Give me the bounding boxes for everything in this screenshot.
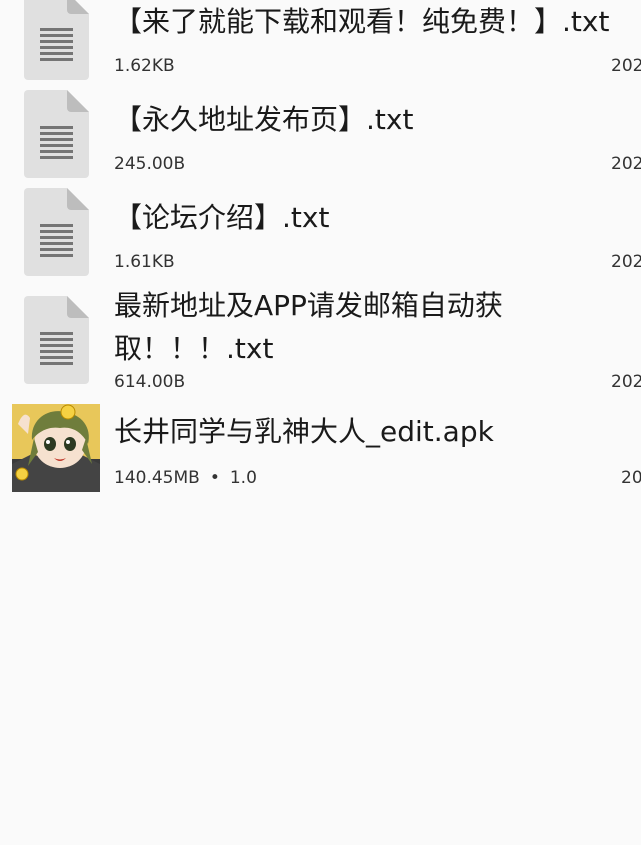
text-file-icon xyxy=(24,0,89,80)
file-size: 1.61KB xyxy=(114,252,175,272)
file-date: 2023 xyxy=(611,56,641,76)
file-date: 2023 xyxy=(611,154,641,174)
file-row[interactable]: 【论坛介绍】.txt 1.61KB 2023 xyxy=(0,188,641,278)
file-row[interactable]: 最新地址及APP请发邮箱自动获取！！！.txt 614.00B 2023 xyxy=(0,284,641,396)
text-file-icon xyxy=(24,296,89,384)
apk-version: 1.0 xyxy=(229,468,257,488)
meta-separator: • xyxy=(209,468,220,488)
text-file-icon xyxy=(24,188,89,276)
file-list: 【来了就能下载和观看！纯免费！】.txt 1.62KB 2023 【永久地址发布… xyxy=(0,0,641,845)
file-row[interactable]: 【来了就能下载和观看！纯免费！】.txt 1.62KB 2023 xyxy=(0,0,641,88)
app-icon xyxy=(12,404,100,492)
file-size: 614.00B xyxy=(114,372,186,392)
text-file-icon xyxy=(24,90,89,178)
apk-name: 长井同学与乳神大人_edit.apk xyxy=(114,415,494,448)
apk-date: 2023 xyxy=(621,468,641,488)
file-name: 最新地址及APP请发邮箱自动获取！！！.txt xyxy=(114,289,503,365)
file-name: 【论坛介绍】.txt xyxy=(114,201,330,234)
file-size: 245.00B xyxy=(114,154,186,174)
file-date: 2023 xyxy=(611,372,641,392)
apk-row[interactable]: 长井同学与乳神大人_edit.apk 140.45MB • 1.0 2023 xyxy=(0,402,641,492)
file-name: 【来了就能下载和观看！纯免费！】.txt xyxy=(114,5,610,38)
file-row[interactable]: 【永久地址发布页】.txt 245.00B 2023 xyxy=(0,90,641,180)
apk-meta: 140.45MB • 1.0 xyxy=(114,468,257,488)
file-name: 【永久地址发布页】.txt xyxy=(114,103,414,136)
file-size: 1.62KB xyxy=(114,56,175,76)
file-date: 2023 xyxy=(611,252,641,272)
apk-size: 140.45MB xyxy=(114,468,200,488)
